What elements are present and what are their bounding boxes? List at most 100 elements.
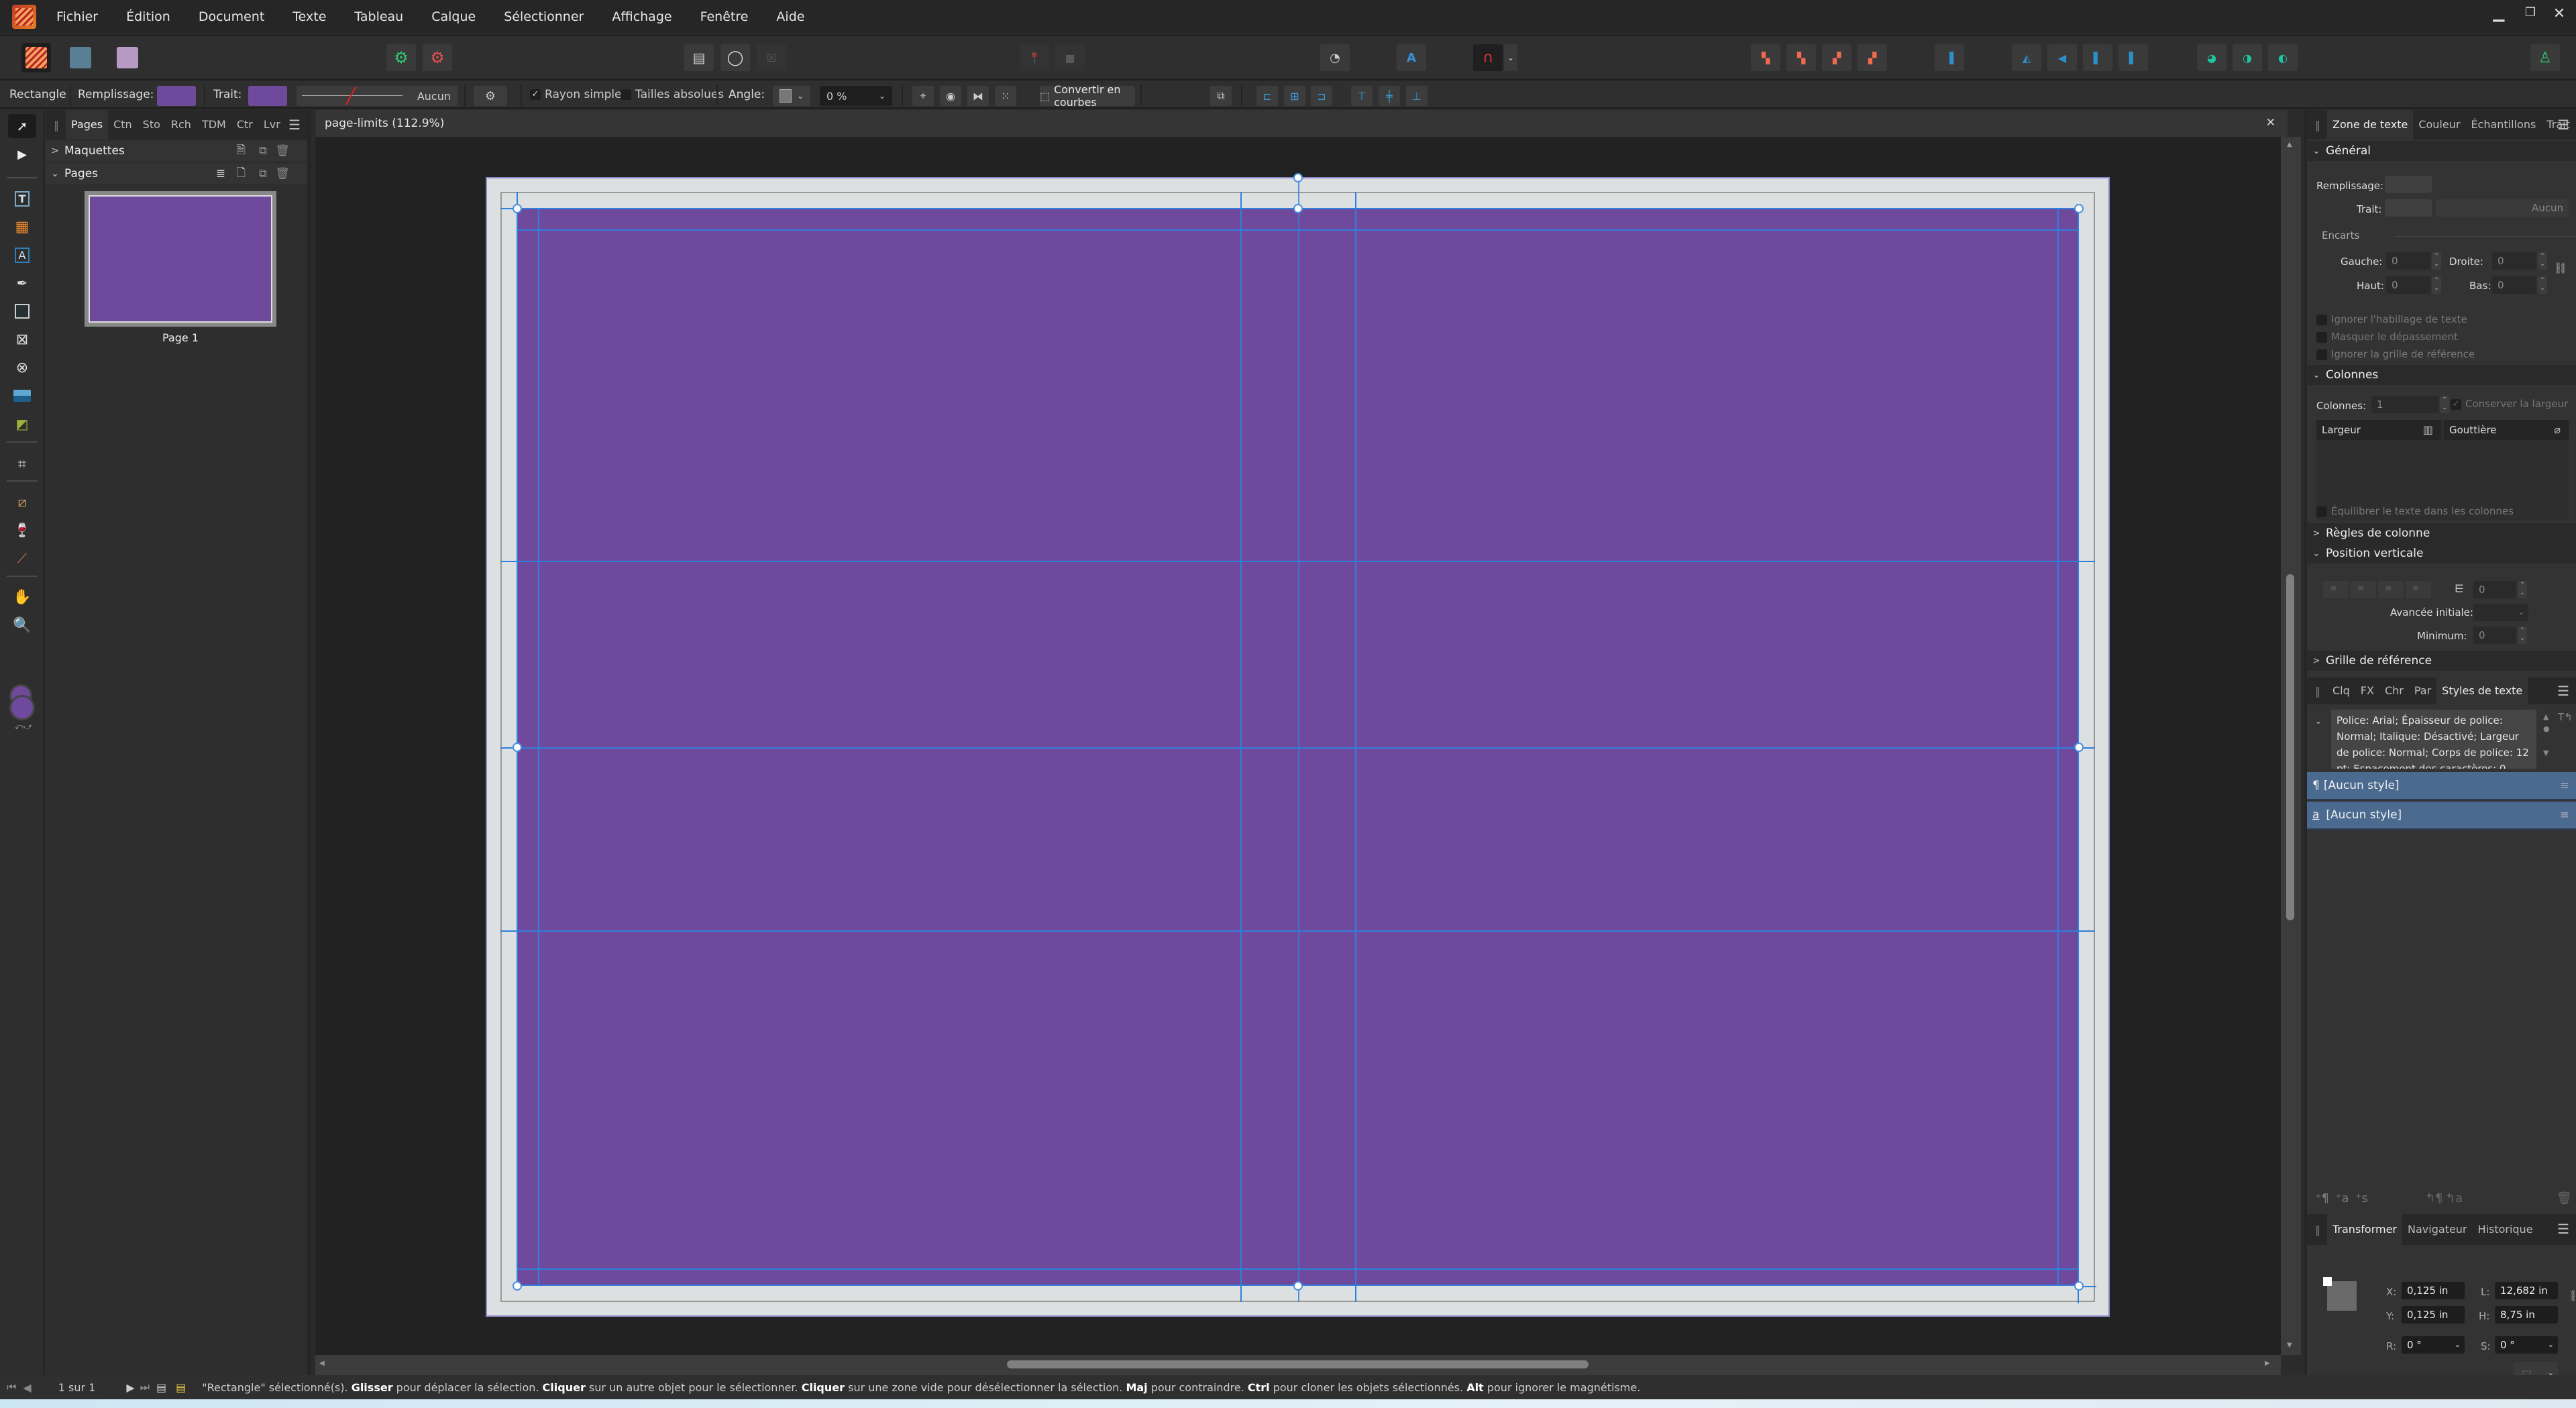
anchor-point-selector[interactable] <box>2323 1277 2361 1315</box>
flip-vertical-button[interactable]: ◀ <box>2047 44 2077 71</box>
pen-tool[interactable]: ✒ <box>8 271 36 295</box>
align-right-button[interactable]: ⊐ <box>1311 86 1332 106</box>
fill-swatch[interactable] <box>157 86 196 106</box>
account-button[interactable]: ♙ <box>2530 44 2560 71</box>
tab-ctn[interactable]: Ctn <box>108 110 138 140</box>
vertical-position-section-header[interactable]: ⌄ Position verticale <box>2307 543 2576 563</box>
ignore-text-wrap-checkbox[interactable]: Ignorer l'habillage de texte <box>2316 313 2467 325</box>
boolean-intersect-button[interactable]: ◐ <box>2268 44 2298 71</box>
resize-handle-top-left[interactable] <box>513 204 522 213</box>
boolean-subtract-button[interactable]: ◑ <box>2233 44 2262 71</box>
first-page-icon[interactable]: ⏮ <box>7 1380 16 1394</box>
add-character-style-icon[interactable]: ⁺a <box>2335 1191 2349 1205</box>
menu-fenetre[interactable]: Fenêtre <box>700 9 749 24</box>
menu-aide[interactable]: Aide <box>776 9 804 24</box>
swap-colors-icon[interactable]: ⤺⤻ <box>15 722 32 732</box>
stroke-swatch[interactable] <box>2385 199 2432 217</box>
snapping-button[interactable]: ∩ <box>1473 44 1503 71</box>
close-icon[interactable]: ✕ <box>2546 5 2573 22</box>
preflight-icon[interactable]: ▤ <box>176 1381 186 1394</box>
tab-lvr[interactable]: Lvr <box>258 110 286 140</box>
vertical-spacing-stepper[interactable]: ⌃ ⌄ <box>2518 581 2527 598</box>
inset-bottom-stepper[interactable]: ⌃ ⌄ <box>2538 276 2547 294</box>
transparency-tool[interactable]: 🍷 <box>8 518 36 542</box>
grip-icon[interactable]: ‖ <box>2315 1224 2320 1236</box>
publisher-persona-button[interactable] <box>21 43 51 72</box>
align-top-button[interactable]: ⊤ <box>1351 86 1373 106</box>
fill-swatch[interactable] <box>2385 176 2432 193</box>
snapping-dropdown[interactable]: ⌄ <box>1504 44 1517 71</box>
move-tool[interactable]: ➚ <box>8 114 36 138</box>
anchor-button[interactable]: ■ <box>1055 44 1085 71</box>
chevron-down-icon[interactable]: ⌄ <box>2315 716 2322 726</box>
inset-left-input[interactable]: 0 <box>2386 252 2430 270</box>
style-menu-icon[interactable]: ≡ <box>2560 779 2569 792</box>
align-button[interactable]: ▐ <box>1935 44 1964 71</box>
align-center-button[interactable]: ⊞ <box>1284 86 1305 106</box>
rotate-left-button[interactable]: ▌ <box>2083 44 2112 71</box>
move-to-back-button[interactable]: ▞ <box>1858 44 1887 71</box>
resize-handle-right[interactable] <box>2074 743 2084 752</box>
menu-affichage[interactable]: Affichage <box>612 9 672 24</box>
rotation-input[interactable]: 0 ° ⌄ <box>2402 1336 2465 1354</box>
stroke-swatch[interactable] <box>248 86 287 106</box>
add-master-icon[interactable]: 🗎 <box>236 142 246 161</box>
tab-history[interactable]: Historique <box>2473 1214 2538 1245</box>
revert-paragraph-icon[interactable]: ↰¶ <box>2425 1191 2443 1205</box>
general-section-header[interactable]: ⌄ Général <box>2307 141 2576 161</box>
scroll-down-icon[interactable]: ▼ <box>2287 1342 2292 1349</box>
align-top-button[interactable]: ≡ <box>2323 581 2349 598</box>
next-page-icon[interactable]: ▶ <box>126 1381 134 1394</box>
content-tool[interactable]: ◩ <box>8 412 36 436</box>
tab-fx[interactable]: FX <box>2355 678 2379 704</box>
minimum-stepper[interactable]: ⌃ ⌄ <box>2518 627 2527 644</box>
align-middle-button[interactable]: ╪ <box>1379 86 1400 106</box>
revert-character-icon[interactable]: ↰a <box>2445 1191 2463 1205</box>
panel-menu-icon[interactable]: ☰ <box>2557 683 2569 699</box>
description-scroll-icon[interactable]: ▲ ● ▼ <box>2543 711 2550 759</box>
boolean-add-button[interactable]: ◕ <box>2197 44 2226 71</box>
move-to-front-button[interactable]: ▚ <box>1751 44 1780 71</box>
transform-origin-button[interactable]: ⌖ <box>912 86 934 106</box>
menu-tableau[interactable]: Tableau <box>354 9 403 24</box>
tab-text-frame[interactable]: Zone de texte <box>2327 110 2414 140</box>
tab-text-styles[interactable]: Styles de texte <box>2436 678 2528 704</box>
document-tab[interactable]: page-limits (112.9%) ✕ <box>315 110 2288 137</box>
add-page-icon[interactable]: 🗋 <box>236 164 246 184</box>
horizontal-scroll-thumb[interactable] <box>1007 1360 1589 1368</box>
ellipse-wrap-button[interactable]: ◯ <box>720 44 750 71</box>
frame-text-tool[interactable]: T <box>8 186 36 211</box>
handles-button[interactable]: ⁙ <box>995 86 1016 106</box>
gradient-type-dropdown[interactable]: ⌄ <box>773 86 810 106</box>
add-group-style-icon[interactable]: ⁺s <box>2355 1191 2368 1205</box>
menu-texte[interactable]: Texte <box>292 9 326 24</box>
resize-handle-bottom-right[interactable] <box>2074 1281 2084 1291</box>
single-radius-checkbox[interactable]: ✓ Rayon simple <box>530 88 622 101</box>
pin-button[interactable]: 📍 <box>1020 44 1049 71</box>
horizontal-scrollbar[interactable]: ◀ ▶ <box>315 1355 2281 1375</box>
pages-section-header[interactable]: ⌄ Pages ≣ 🗋 ⧉ 🗑 <box>46 164 307 184</box>
move-backward-button[interactable]: ▞ <box>1822 44 1851 71</box>
preferences-button[interactable]: ⚙ <box>386 44 416 71</box>
close-document-icon[interactable]: ✕ <box>2266 116 2275 129</box>
picture-frame-ellipse-tool[interactable]: ⊗ <box>8 356 36 380</box>
vertical-spacing-input[interactable]: 0 <box>2473 581 2516 598</box>
tab-transform[interactable]: Transformer <box>2327 1214 2403 1245</box>
duplicate-page-icon[interactable]: ⧉ <box>259 167 267 180</box>
copy-paste-style-button[interactable]: ⧉ <box>1210 86 1232 106</box>
apply-style-icon[interactable]: T↰ <box>2558 711 2573 723</box>
shear-input[interactable]: 0 ° ⌄ <box>2495 1336 2558 1354</box>
convert-to-curves-button[interactable]: ⬚ Convertir en courbes <box>1040 83 1135 109</box>
tab-chr[interactable]: Chr <box>2379 678 2409 704</box>
color-picker-tool[interactable]: ⟋ <box>8 546 36 570</box>
designer-persona-button[interactable] <box>66 43 95 72</box>
scroll-left-icon[interactable]: ◀ <box>319 1360 325 1367</box>
align-bottom-button[interactable]: ≡ <box>2378 581 2404 598</box>
fill-color-well[interactable] <box>9 695 35 720</box>
delete-page-icon[interactable]: 🗑 <box>275 167 290 180</box>
tab-par[interactable]: Par <box>2409 678 2436 704</box>
resize-handle-top-right[interactable] <box>2074 204 2084 213</box>
absolute-sizes-checkbox[interactable]: Tailles absolues <box>621 88 724 101</box>
tab-color[interactable]: Couleur <box>2413 110 2465 140</box>
show-bounds-button[interactable]: ◉ <box>940 86 961 106</box>
